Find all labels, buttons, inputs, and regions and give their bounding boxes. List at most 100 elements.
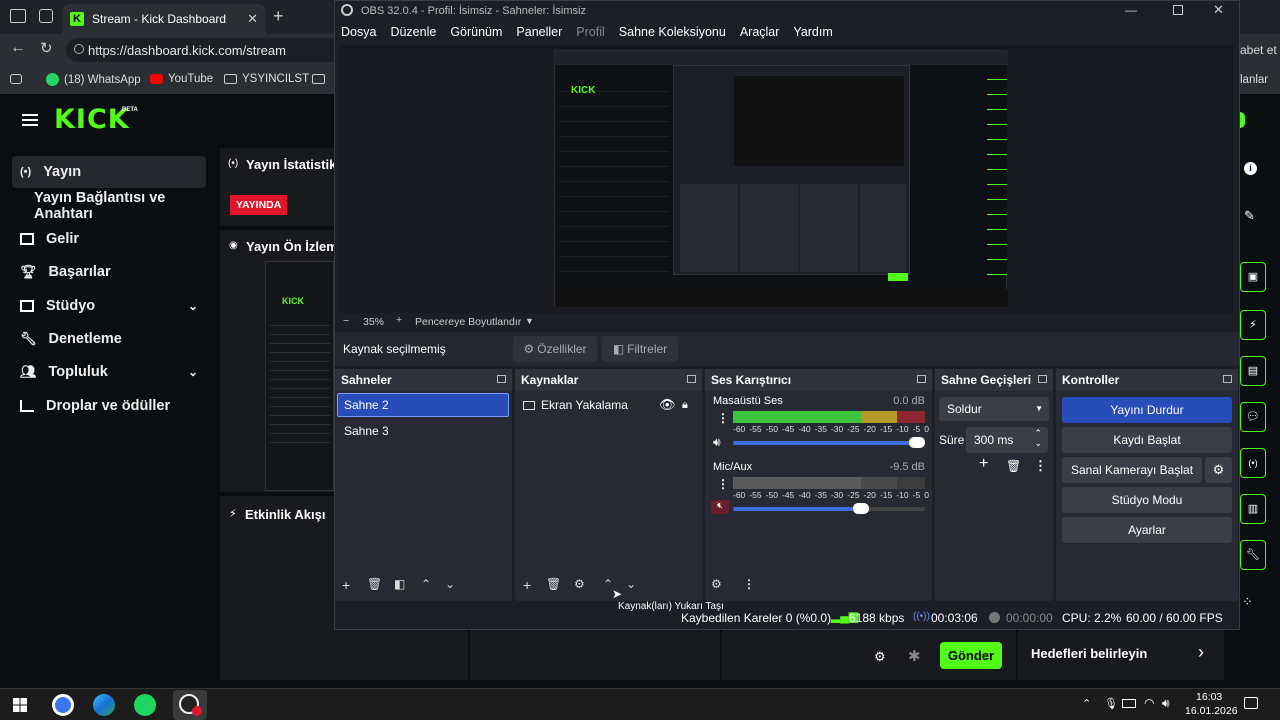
chevron-down-icon[interactable]: ⌄ xyxy=(188,299,198,313)
add-icon[interactable]: + xyxy=(523,577,531,593)
sidebar-item-droplar[interactable]: Droplar ve ödüller xyxy=(12,390,206,422)
add-icon[interactable]: + xyxy=(979,455,988,473)
microphone-icon[interactable]: 🎙︎ xyxy=(1104,697,1118,710)
menu-dosya[interactable]: Dosya xyxy=(341,25,376,39)
info-icon[interactable]: i xyxy=(1244,162,1257,175)
sidebar-item-studyo[interactable]: Stüdyo ⌄ xyxy=(12,290,206,322)
chevron-down-icon[interactable]: ▼ xyxy=(525,316,534,326)
share-icon[interactable]: ⁘ xyxy=(1242,594,1253,610)
menu-araclar[interactable]: Araçlar xyxy=(740,25,780,39)
chevron-down-icon[interactable]: ⌄ xyxy=(445,577,455,591)
advanced-audio-icon[interactable]: ⚙︎ xyxy=(711,577,722,591)
refresh-icon[interactable]: ↻ xyxy=(40,39,53,57)
signal-app-icon[interactable] xyxy=(52,694,74,716)
scene-item[interactable]: Sahne 3 xyxy=(337,419,509,443)
channel-menu-icon[interactable]: ⋮ xyxy=(717,477,729,491)
collections-icon[interactable] xyxy=(39,9,53,23)
volume-icon[interactable]: 🔊︎ xyxy=(713,435,721,450)
tab-close-icon[interactable]: ✕ xyxy=(247,11,258,27)
hamburger-menu-icon[interactable] xyxy=(22,114,38,126)
volume-slider-handle[interactable] xyxy=(909,437,925,448)
studio-mode-button[interactable]: Stüdyo Modu xyxy=(1062,487,1232,513)
chevron-down-icon[interactable]: ⌄ xyxy=(188,365,198,379)
transition-select[interactable]: Soldur ▼ xyxy=(939,397,1049,421)
sidebar-item-stream-key[interactable]: Yayın Bağlantısı ve Anahtarı xyxy=(26,190,226,222)
battery-icon[interactable] xyxy=(1122,699,1136,708)
chat-icon[interactable]: 💬︎ xyxy=(1240,402,1266,432)
fit-window-button[interactable]: Pencereye Boyutlandır xyxy=(415,316,521,328)
sidebar-item-yayin[interactable]: (•) Yayın xyxy=(12,156,206,188)
wifi-icon[interactable]: ◠ xyxy=(1144,696,1154,710)
spotify-icon[interactable] xyxy=(134,694,156,716)
layout-icon[interactable]: ▥ xyxy=(1240,494,1266,524)
menu-paneller[interactable]: Paneller xyxy=(516,25,562,39)
close-icon[interactable]: ✕ xyxy=(1213,2,1224,18)
obs-preview[interactable]: KICK xyxy=(339,45,1234,313)
goals-panel[interactable]: Hedefleri belirleyin › xyxy=(1018,630,1224,680)
popout-icon[interactable] xyxy=(1038,375,1047,383)
muted-volume-icon[interactable]: 🔇︎ xyxy=(711,500,729,514)
properties-button[interactable]: ⚙︎ Özellikler xyxy=(513,336,597,362)
sidebar-toggle-icon[interactable] xyxy=(10,9,26,23)
sidebar-item-gelir[interactable]: Gelir xyxy=(12,223,206,255)
edit-icon[interactable]: ✎ xyxy=(1244,208,1255,224)
sidebar-item-topluluk[interactable]: 👥︎ Topluluk ⌄ xyxy=(12,356,206,388)
virtual-camera-settings-button[interactable]: ⚙︎ xyxy=(1205,457,1232,483)
camera-icon[interactable]: ▣ xyxy=(1240,262,1266,292)
tab-kick-dashboard[interactable]: K Stream - Kick Dashboard ✕ xyxy=(62,4,266,34)
bookmark-whatsapp[interactable]: (18) WhatsApp xyxy=(46,73,141,86)
popout-icon[interactable] xyxy=(497,375,506,383)
sidebar-item-denetleme[interactable]: 🔧︎ Denetleme xyxy=(12,323,206,355)
trash-icon[interactable]: 🗑︎ xyxy=(546,577,561,591)
virtual-camera-button[interactable]: Sanal Kamerayı Başlat xyxy=(1062,457,1202,483)
minimize-icon[interactable]: — xyxy=(1125,3,1137,17)
taskbar-time[interactable]: 16:03 xyxy=(1196,691,1222,703)
obs-taskbar-icon[interactable] xyxy=(173,690,207,720)
popout-icon[interactable] xyxy=(917,375,926,383)
menu-yardim[interactable]: Yardım xyxy=(793,25,832,39)
site-info-icon[interactable] xyxy=(74,44,84,54)
gear-icon[interactable]: ⚙︎ xyxy=(574,577,585,591)
volume-slider[interactable] xyxy=(733,437,925,448)
settings-button[interactable]: Ayarlar xyxy=(1062,517,1232,543)
chevron-right-icon[interactable]: › xyxy=(1198,642,1204,663)
source-item[interactable]: Ekran Yakalama 👁︎ 🔒︎ xyxy=(517,393,699,417)
stop-stream-button[interactable]: Yayını Durdur xyxy=(1062,397,1232,423)
popout-icon[interactable] xyxy=(1223,375,1232,383)
lightning-icon[interactable]: ⚡︎ xyxy=(1240,310,1266,340)
notes-icon[interactable]: ▤ xyxy=(1240,356,1266,386)
sidebar-item-basarilar[interactable]: 🏆︎ Başarılar xyxy=(12,256,206,288)
chevron-down-icon[interactable]: ⌄ xyxy=(626,577,636,591)
edge-icon[interactable] xyxy=(93,694,115,716)
bookmarks-menu-icon[interactable] xyxy=(10,74,22,84)
bookmark-youtube[interactable]: YouTube xyxy=(150,73,213,85)
channel-menu-icon[interactable]: ⋮ xyxy=(717,411,729,425)
emote-icon[interactable]: ✱ xyxy=(908,647,921,665)
kick-logo[interactable]: KICK xyxy=(54,104,130,135)
windows-start-icon[interactable] xyxy=(13,698,27,712)
send-button[interactable]: Gönder xyxy=(940,642,1002,669)
menu-gorunum[interactable]: Görünüm xyxy=(450,25,502,39)
volume-slider[interactable] xyxy=(733,503,925,514)
taskbar-date[interactable]: 16.01.2026 xyxy=(1185,705,1238,717)
spin-down-icon[interactable]: ⌄ xyxy=(1034,438,1042,449)
volume-icon[interactable]: 🔊︎ xyxy=(1162,696,1170,711)
wrench-icon[interactable]: 🔧︎ xyxy=(1240,540,1266,570)
eye-icon[interactable]: 👁︎ xyxy=(659,397,676,413)
transition-menu-icon[interactable]: ⋮ xyxy=(1034,458,1047,474)
add-icon[interactable]: + xyxy=(342,577,350,593)
menu-profil[interactable]: Profil xyxy=(576,25,604,39)
chevron-up-icon[interactable]: ⌃ xyxy=(421,577,431,591)
lock-icon[interactable]: 🔒︎ xyxy=(682,399,688,412)
bookmark-folder-ysyincilst[interactable]: YSYINCILST xyxy=(224,73,309,85)
back-icon[interactable]: ← xyxy=(10,39,26,57)
mixer-menu-icon[interactable]: ⋮ xyxy=(743,577,755,591)
menu-sahne-koleksiyonu[interactable]: Sahne Koleksiyonu xyxy=(619,25,726,39)
notifications-icon[interactable] xyxy=(1244,697,1258,709)
scene-item-selected[interactable]: Sahne 2 xyxy=(337,393,509,417)
url-field[interactable]: https://dashboard.kick.com/stream xyxy=(66,38,366,62)
broadcast-icon[interactable]: (•) xyxy=(1240,448,1266,478)
trash-icon[interactable]: 🗑︎ xyxy=(367,577,382,591)
trash-icon[interactable]: 🗑︎ xyxy=(1006,459,1021,473)
popout-icon[interactable] xyxy=(687,375,696,383)
